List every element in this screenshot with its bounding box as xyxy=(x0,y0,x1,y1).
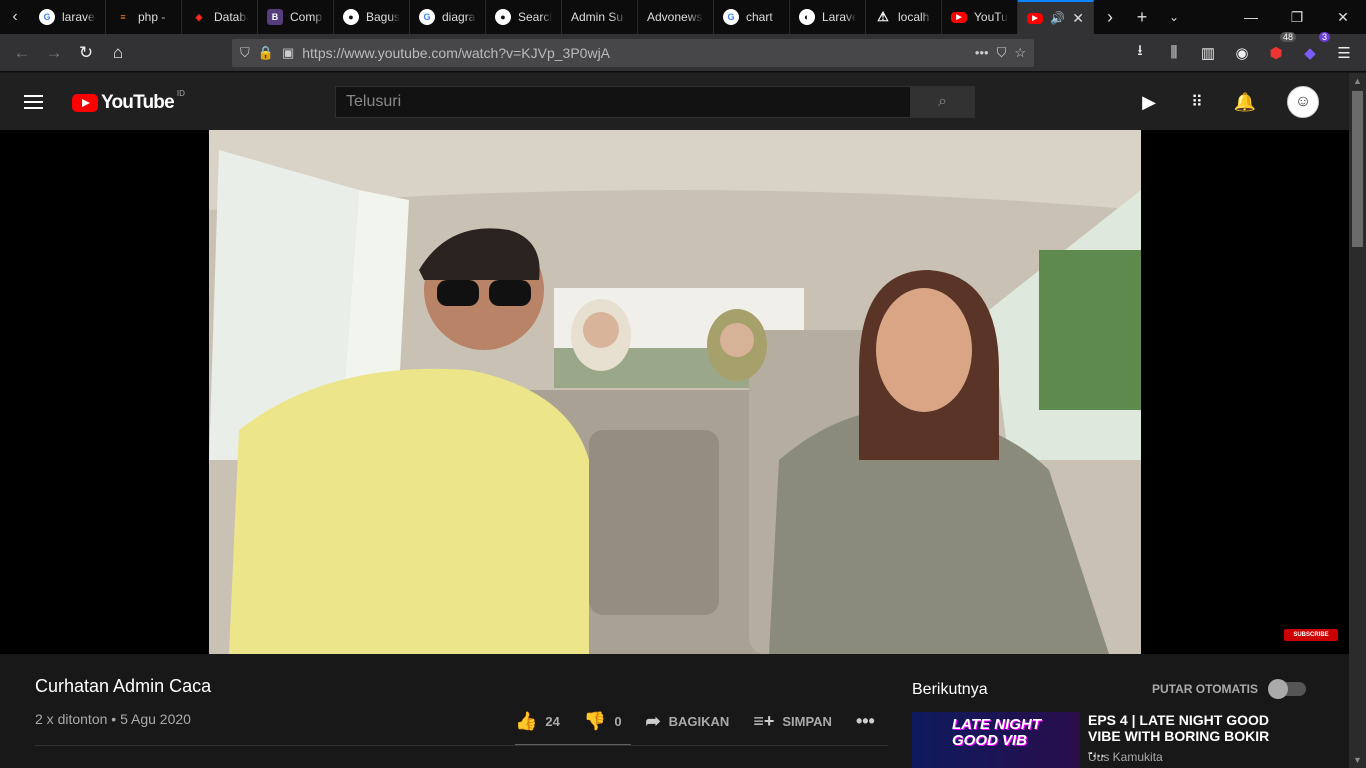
search-button[interactable]: ⌕ xyxy=(910,86,975,118)
youtube-logo[interactable]: YouTube ID xyxy=(72,89,185,114)
google-icon: G xyxy=(723,9,739,25)
sidebar-icon[interactable]: ▥ xyxy=(1192,38,1224,68)
github-icon: ● xyxy=(495,9,511,25)
browser-tab[interactable]: ●Search xyxy=(486,0,562,34)
browser-tab[interactable]: Advonews xyxy=(638,0,714,34)
video-player[interactable]: SUBSCRIBE xyxy=(0,130,1349,654)
youtube-play-icon xyxy=(72,94,98,112)
watch-content: Curhatan Admin Caca 2 x ditonton • 5 Agu… xyxy=(0,654,1349,768)
browser-tab[interactable]: ◈Databa xyxy=(182,0,258,34)
google-icon: G xyxy=(39,9,55,25)
scrollbar-thumb[interactable] xyxy=(1352,91,1363,247)
browser-tab[interactable]: ◐ Larave xyxy=(790,0,866,34)
browser-tab[interactable]: Gchart xyxy=(714,0,790,34)
browser-tab[interactable]: Gdiagra xyxy=(410,0,486,34)
dislike-button[interactable]: 👎 0 xyxy=(584,711,622,732)
search-input[interactable]: Telusuri xyxy=(335,86,911,118)
reload-button[interactable]: ↻ xyxy=(70,38,102,68)
browser-tab-bar: ‹ Glaravel ≡php - ◈Databa BComp ●Bagus G… xyxy=(0,0,1366,34)
home-button[interactable]: ⌂ xyxy=(102,38,134,68)
avatar[interactable]: ☺ xyxy=(1287,86,1319,118)
close-tab-icon[interactable]: ✕ xyxy=(1072,10,1084,27)
youtube-icon: ▶ xyxy=(1027,12,1043,24)
bootstrap-icon: B xyxy=(267,9,283,25)
video-meta: 2 x ditonton • 5 Agu 2020 xyxy=(35,711,191,727)
notifications-bell-icon[interactable]: 🔔 xyxy=(1233,90,1257,114)
autoplay-label: PUTAR OTOMATIS xyxy=(1152,682,1258,696)
shield-icon[interactable]: ⛉ xyxy=(240,45,250,61)
restore-button[interactable]: ❐ xyxy=(1274,0,1320,34)
extension-icon[interactable]: ◆ 3 xyxy=(1294,31,1330,68)
apps-grid-icon[interactable]: ⠿ xyxy=(1185,90,1209,114)
browser-tab[interactable]: B Comp xyxy=(258,0,334,34)
thumbs-up-icon: 👍 xyxy=(515,710,538,731)
browser-tab[interactable]: ≡ php - xyxy=(106,0,182,34)
youtube-icon: ▶ xyxy=(951,11,967,23)
lock-icon[interactable]: 🔒 xyxy=(258,45,274,61)
new-tab-button[interactable]: + xyxy=(1126,0,1158,34)
browser-tab[interactable]: Glaravel xyxy=(30,0,106,34)
save-button[interactable]: ≡+ SIMPAN xyxy=(753,711,832,732)
hamburger-menu-icon[interactable] xyxy=(24,91,48,113)
video-actions: 👍 24 👎 0 ➦ BAGIKAN ≡+ SIMPAN ••• xyxy=(515,706,899,736)
more-horizontal-icon: ••• xyxy=(855,710,875,731)
url-text[interactable]: https://www.youtube.com/watch?v=KJVp_3P0… xyxy=(302,45,967,61)
scroll-up-arrow-icon[interactable]: ▲ xyxy=(1349,73,1366,89)
more-actions-button[interactable]: ••• xyxy=(856,711,875,732)
page-actions-icon[interactable]: ••• xyxy=(975,45,989,60)
downloads-icon[interactable]: ⭳ xyxy=(1124,38,1156,68)
youtube-header: YouTube ID Telusuri ⌕ ▶ ⠿ 🔔 xyxy=(0,73,1349,130)
pocket-icon[interactable]: ⛉ xyxy=(997,45,1007,61)
google-icon: G xyxy=(419,9,435,25)
video-title: Curhatan Admin Caca xyxy=(35,676,212,696)
autoplay-toggle[interactable] xyxy=(1268,679,1306,699)
laravel-icon: ◈ xyxy=(195,11,203,22)
app-menu-icon[interactable]: ☰ xyxy=(1328,38,1360,68)
add-to-playlist-icon: ≡+ xyxy=(753,710,775,731)
upload-date: 5 Agu 2020 xyxy=(120,711,191,727)
search-icon: ⌕ xyxy=(938,93,947,110)
ublock-extension-icon[interactable]: ⬢ 48 xyxy=(1260,31,1296,68)
forward-button[interactable]: → xyxy=(38,38,70,68)
toggle-knob xyxy=(1268,679,1288,699)
back-button[interactable]: ← xyxy=(6,38,38,68)
video-frame[interactable] xyxy=(209,130,1141,654)
meta-separator: • xyxy=(111,711,121,727)
close-window-button[interactable]: ✕ xyxy=(1320,0,1366,34)
warning-icon: ⚠ xyxy=(877,9,889,24)
site-icon: ◐ xyxy=(799,9,815,25)
stackoverflow-icon: ≡ xyxy=(120,12,126,22)
scroll-tabs-right-button[interactable]: › xyxy=(1094,0,1126,34)
browser-toolbar: ← → ↻ ⌂ ⛉ 🔒 ▣ https://www.youtube.com/wa… xyxy=(0,31,1366,72)
share-button[interactable]: ➦ BAGIKAN xyxy=(646,711,730,732)
share-icon: ➦ xyxy=(645,710,661,731)
view-count: 2 x ditonton xyxy=(35,711,108,727)
up-next-heading: Berikutnya xyxy=(912,681,988,698)
subscribe-watermark[interactable]: SUBSCRIBE xyxy=(1284,629,1338,641)
page-scrollbar[interactable]: ▲ ▼ xyxy=(1349,73,1366,768)
github-icon: ● xyxy=(343,9,359,25)
scroll-down-arrow-icon[interactable]: ▼ xyxy=(1349,752,1366,768)
recommended-video-channel[interactable]: Uus Kamukita xyxy=(1088,750,1163,764)
library-icon[interactable]: ⫼ xyxy=(1158,38,1190,68)
permissions-icon[interactable]: ▣ xyxy=(282,45,294,61)
video-still-illustration xyxy=(209,130,1141,654)
browser-tab[interactable]: ⚠ localh xyxy=(866,0,942,34)
browser-tab[interactable]: Admin Su xyxy=(562,0,638,34)
list-all-tabs-button[interactable]: ⌄ xyxy=(1158,0,1190,34)
browser-tab[interactable]: ● Bagus xyxy=(334,0,410,34)
minimize-button[interactable]: — xyxy=(1228,0,1274,34)
scroll-tabs-left-button[interactable]: ‹ xyxy=(0,0,30,34)
like-button[interactable]: 👍 24 xyxy=(515,711,560,732)
audio-playing-icon[interactable]: 🔊 xyxy=(1050,11,1065,25)
browser-tab-active[interactable]: ▶ 🔊 ✕ xyxy=(1018,0,1094,34)
bookmark-star-icon[interactable]: ☆ xyxy=(1014,45,1026,61)
create-video-icon[interactable]: ▶ xyxy=(1137,90,1161,114)
thumbs-down-icon: 👎 xyxy=(583,710,607,731)
divider xyxy=(35,745,888,746)
url-bar[interactable]: ⛉ 🔒 ▣ https://www.youtube.com/watch?v=KJ… xyxy=(232,38,1034,67)
recommended-video-thumbnail[interactable]: LATE NIGHT GOOD VIB xyxy=(912,712,1080,768)
browser-tab[interactable]: ▶ YouTu xyxy=(942,0,1018,34)
account-icon[interactable]: ◉ xyxy=(1226,38,1258,68)
